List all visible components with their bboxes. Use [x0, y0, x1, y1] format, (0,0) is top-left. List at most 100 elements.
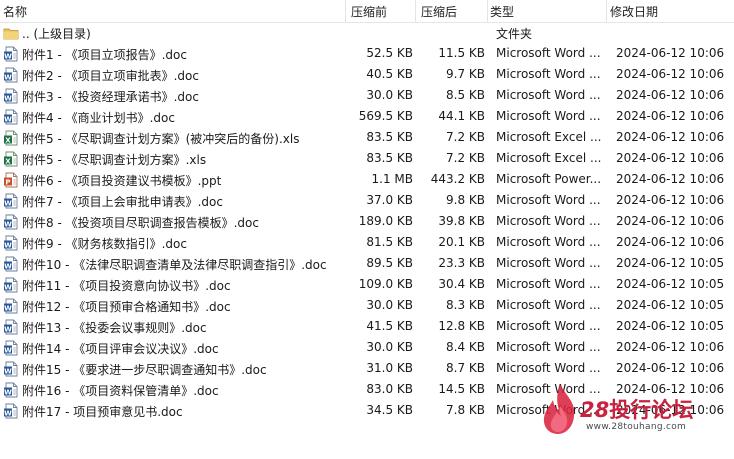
file-name: 附件1 - 《项目立项报告》.doc	[22, 48, 187, 62]
file-name: 附件4 - 《商业计划书》.doc	[22, 111, 175, 125]
file-size: 31.0 KB	[366, 361, 413, 375]
word-doc-icon: W	[3, 319, 19, 335]
file-row[interactable]: W 附件1 - 《项目立项报告》.doc 52.5 KB 11.5 KB Microso…	[0, 43, 734, 64]
file-row[interactable]: W 附件4 - 《商业计划书》.doc 569.5 KB 44.1 KB Microso…	[0, 106, 734, 127]
file-compressed-size: 8.3 KB	[446, 298, 485, 312]
file-compressed-size: 9.7 KB	[446, 67, 485, 81]
file-modified-date: 2024-06-12 10:06	[616, 193, 725, 207]
column-header-name[interactable]: 名称	[3, 3, 27, 20]
file-size: 30.0 KB	[366, 340, 413, 354]
file-modified-date: 2024-06-12 10:06	[616, 214, 725, 228]
file-size: 569.5 KB	[358, 109, 413, 123]
file-compressed-size: 30.4 KB	[438, 277, 485, 291]
column-divider[interactable]	[487, 0, 488, 22]
svg-text:W: W	[4, 325, 12, 333]
file-name: 附件7 - 《项目上会审批申请表》.doc	[22, 195, 223, 209]
file-modified-date: 2024-06-12 10:06	[616, 46, 725, 60]
file-row[interactable]: X 附件5 - 《尽职调查计划方案》(被冲突后的备份).xls 83.5 KB 7.2…	[0, 127, 734, 148]
file-compressed-size: 20.1 KB	[438, 235, 485, 249]
file-compressed-size: 11.5 KB	[438, 46, 485, 60]
svg-text:W: W	[4, 199, 12, 207]
file-row[interactable]: W 附件3 - 《投资经理承诺书》.doc 30.0 KB 8.5 KB Microso…	[0, 85, 734, 106]
file-row[interactable]: W 附件12 - 《项目预审合格通知书》.doc 30.0 KB 8.3 KB Micr…	[0, 295, 734, 316]
file-type: Microsoft Word ...	[496, 319, 601, 333]
file-name: 附件2 - 《项目立项审批表》.doc	[22, 69, 199, 83]
word-doc-icon: W	[3, 382, 19, 398]
file-row[interactable]: W 附件9 - 《财务核数指引》.doc 81.5 KB 20.1 KB Microso…	[0, 232, 734, 253]
file-name: 附件11 - 《项目投资意向协议书》.doc	[22, 279, 231, 293]
file-compressed-size: 12.8 KB	[438, 319, 485, 333]
word-doc-icon: W	[3, 67, 19, 83]
file-row[interactable]: W 附件11 - 《项目投资意向协议书》.doc 109.0 KB 30.4 KB Mi…	[0, 274, 734, 295]
file-compressed-size: 23.3 KB	[438, 256, 485, 270]
file-row[interactable]: P 附件6 - 《项目投资建议书模板》.ppt 1.1 MB 443.2 KB Micr…	[0, 169, 734, 190]
file-type: Microsoft Word ...	[496, 235, 601, 249]
file-size: 83.5 KB	[366, 130, 413, 144]
svg-text:W: W	[4, 367, 12, 375]
file-type: Microsoft Word ...	[496, 46, 601, 60]
file-row[interactable]: W 附件8 - 《投资项目尽职调查报告模板》.doc 189.0 KB 39.8 KB…	[0, 211, 734, 232]
word-doc-icon: W	[3, 88, 19, 104]
column-header-type[interactable]: 类型	[490, 3, 514, 20]
svg-text:W: W	[4, 73, 12, 81]
file-row[interactable]: W 附件14 - 《项目评审会议决议》.doc 30.0 KB 8.4 KB Micro…	[0, 337, 734, 358]
file-name: 附件6 - 《项目投资建议书模板》.ppt	[22, 174, 222, 188]
watermark-brand: 28投行论坛	[580, 398, 694, 422]
file-type: Microsoft Word ...	[496, 256, 601, 270]
file-name: 附件14 - 《项目评审会议决议》.doc	[22, 342, 219, 356]
parent-directory-row[interactable]: .. (上级目录) 文件夹	[0, 22, 734, 43]
file-modified-date: 2024-06-12 10:06	[616, 130, 725, 144]
word-doc-icon: W	[3, 298, 19, 314]
file-size: 109.0 KB	[358, 277, 413, 291]
file-size: 30.0 KB	[366, 88, 413, 102]
file-size: 37.0 KB	[366, 193, 413, 207]
svg-text:W: W	[4, 52, 12, 60]
file-size: 83.5 KB	[366, 151, 413, 165]
file-type: Microsoft Word ...	[496, 67, 601, 81]
file-size: 52.5 KB	[366, 46, 413, 60]
svg-text:W: W	[4, 262, 12, 270]
column-header-size[interactable]: 压缩前	[351, 3, 387, 20]
file-row[interactable]: W 附件2 - 《项目立项审批表》.doc 40.5 KB 9.7 KB Microso…	[0, 64, 734, 85]
word-doc-icon: W	[3, 193, 19, 209]
file-name: 附件5 - 《尽职调查计划方案》.xls	[22, 153, 207, 167]
file-modified-date: 2024-06-12 10:05	[616, 277, 725, 291]
file-compressed-size: 8.5 KB	[446, 88, 485, 102]
file-row[interactable]: W 附件15 - 《要求进一步尽职调查通知书》.doc 31.0 KB 8.7 KB M…	[0, 358, 734, 379]
svg-text:W: W	[4, 388, 12, 396]
svg-text:W: W	[4, 346, 12, 354]
column-header-compressed[interactable]: 压缩后	[421, 3, 457, 20]
file-row[interactable]: X 附件5 - 《尽职调查计划方案》.xls 83.5 KB 7.2 KB Micros…	[0, 148, 734, 169]
file-type: Microsoft Excel ...	[496, 151, 602, 165]
file-compressed-size: 7.8 KB	[446, 403, 485, 417]
file-name: 附件13 - 《投委会议事规则》.doc	[22, 321, 207, 335]
file-type: Microsoft Word ...	[496, 277, 601, 291]
file-modified-date: 2024-06-12 10:06	[616, 172, 725, 186]
column-divider[interactable]	[415, 0, 416, 22]
column-divider[interactable]	[606, 0, 607, 22]
file-type: Microsoft Excel ...	[496, 130, 602, 144]
file-compressed-size: 39.8 KB	[438, 214, 485, 228]
flame-logo-icon	[543, 384, 575, 434]
file-type: Microsoft Word ...	[496, 109, 601, 123]
excel-xls-icon: X	[3, 130, 19, 146]
excel-xls-icon: X	[3, 151, 19, 167]
file-row[interactable]: W 附件13 - 《投委会议事规则》.doc 41.5 KB 12.8 KB Micro…	[0, 316, 734, 337]
file-type: Microsoft Word ...	[496, 193, 601, 207]
word-doc-icon: W	[3, 256, 19, 272]
svg-text:W: W	[4, 115, 12, 123]
watermark-logo: 28投行论坛 www.28touhang.com	[540, 380, 734, 440]
file-compressed-size: 9.8 KB	[446, 193, 485, 207]
file-row[interactable]: W 附件7 - 《项目上会审批申请表》.doc 37.0 KB 9.8 KB Micro…	[0, 190, 734, 211]
file-name: 附件16 - 《项目资料保管清单》.doc	[22, 384, 219, 398]
svg-text:X: X	[5, 157, 11, 165]
word-doc-icon: W	[3, 340, 19, 356]
column-divider[interactable]	[345, 0, 346, 22]
file-name: 附件15 - 《要求进一步尽职调查通知书》.doc	[22, 363, 267, 377]
file-compressed-size: 44.1 KB	[438, 109, 485, 123]
word-doc-icon: W	[3, 46, 19, 62]
file-compressed-size: 443.2 KB	[430, 172, 485, 186]
file-name: 附件5 - 《尽职调查计划方案》(被冲突后的备份).xls	[22, 132, 300, 146]
file-row[interactable]: W 附件10 - 《法律尽职调查清单及法律尽职调查指引》.doc 89.5 KB 23…	[0, 253, 734, 274]
column-header-modified[interactable]: 修改日期	[610, 3, 658, 20]
